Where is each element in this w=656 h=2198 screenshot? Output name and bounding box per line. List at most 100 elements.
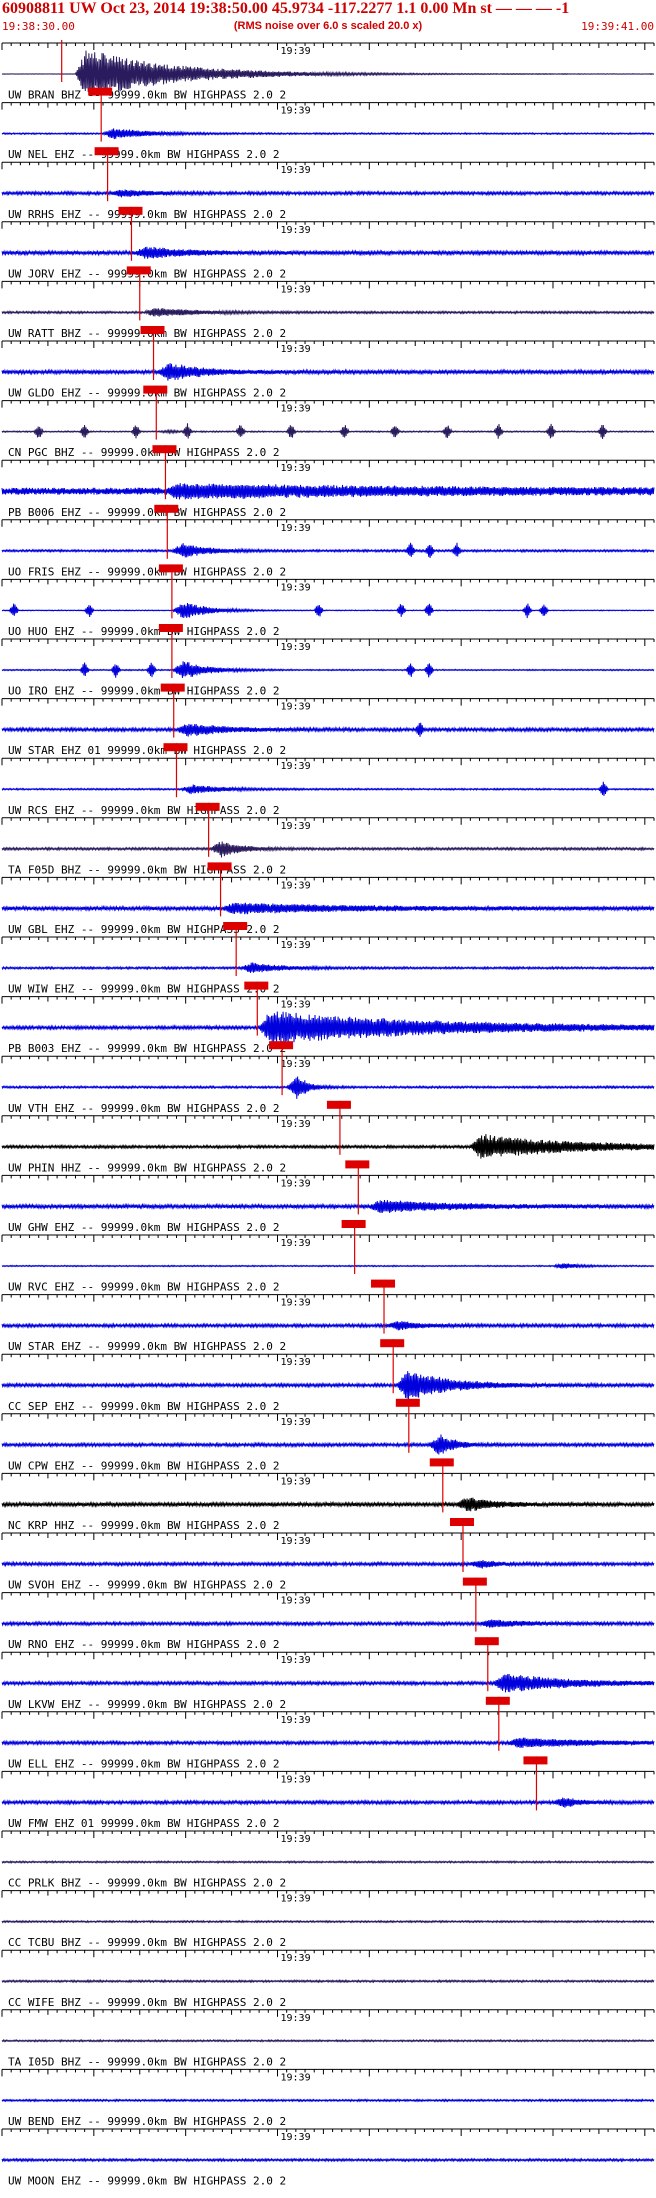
waveform-trace — [1, 2157, 655, 2163]
minute-mark-label: 19:39 — [280, 1178, 310, 1189]
event-title: 60908811 UW Oct 23, 2014 19:38:50.00 45.… — [2, 0, 570, 17]
waveform-trace — [1, 1919, 655, 1924]
waveform-trace — [1, 189, 655, 198]
minute-mark-label: 19:39 — [280, 1357, 310, 1368]
station-label: UW VTH EHZ -- 99999.0km BW HIGHPASS 2.0 … — [8, 1102, 280, 1115]
waveform-trace — [1, 128, 655, 140]
station-label: UW RRHS EHZ -- 99999.0km BW HIGHPASS 2.0… — [8, 208, 286, 221]
station-label: CN PGC BHZ -- 99999.0km BW HIGHPASS 2.0 … — [8, 446, 280, 459]
waveform-trace — [1, 1434, 655, 1455]
waveform-trace — [1, 1199, 655, 1213]
minute-mark-label: 19:39 — [280, 225, 310, 236]
pick-marker — [341, 1220, 366, 1228]
station-label: PB B003 EHZ -- 99999.0km BW HIGHPASS 2.0… — [8, 1042, 286, 1055]
waveform-trace — [1, 2038, 655, 2043]
waveform-trace — [1, 1321, 655, 1331]
waveform-trace — [1, 1076, 655, 1099]
waveform-trace — [1, 722, 655, 737]
waveform-trace — [1, 246, 655, 259]
waveform-trace — [1, 1797, 655, 1808]
minute-mark-label: 19:39 — [280, 1059, 310, 1070]
waveform-trace — [1, 602, 655, 619]
station-label: UW BRAN BHZ -- 99999.0km BW HIGHPASS 2.0… — [8, 89, 286, 102]
station-label: CC SEP EHZ -- 99999.0km BW HIGHPASS 2.0 … — [8, 1400, 280, 1413]
pick-marker — [94, 147, 119, 156]
minute-mark-label: 19:39 — [280, 880, 310, 891]
station-label: PB B006 EHZ -- 99999.0km BW HIGHPASS 2.0… — [8, 506, 286, 519]
minute-mark-label: 19:39 — [280, 106, 310, 117]
station-label: UW RVC EHZ -- 99999.0km BW HIGHPASS 2.0 … — [8, 1281, 280, 1294]
minute-mark-label: 19:39 — [280, 582, 310, 593]
station-label: UW STAR EHZ -- 99999.0km BW HIGHPASS 2.0… — [8, 1340, 286, 1353]
pick-marker — [395, 1398, 420, 1407]
waveform-trace — [1, 363, 655, 381]
station-label: TA I05D BHZ -- 99999.0km BW HIGHPASS 2.0… — [8, 2055, 286, 2068]
minute-mark-label: 19:39 — [280, 1774, 310, 1785]
station-label: UW LKVW EHZ -- 99999.0km BW HIGHPASS 2.0… — [8, 1698, 286, 1711]
pick-marker — [462, 1577, 487, 1586]
station-label: UW WIW EHZ -- 99999.0km BW HIGHPASS 2.0 … — [8, 983, 280, 996]
pick-marker — [326, 1100, 351, 1109]
minute-mark-label: 19:39 — [280, 1953, 310, 1964]
pick-marker — [118, 206, 143, 215]
station-label: UW GHW EHZ -- 99999.0km BW HIGHPASS 2.0 … — [8, 1221, 280, 1234]
minute-mark-label: 19:39 — [280, 2013, 310, 2024]
rms-note: (RMS noise over 6.0 s scaled 20.0 x) — [233, 20, 423, 32]
pick-marker — [158, 564, 183, 573]
pick-marker — [523, 1756, 548, 1765]
station-label: NC KRP HHZ -- 99999.0km BW HIGHPASS 2.0 … — [8, 1519, 280, 1532]
pick-marker — [163, 743, 188, 752]
minute-mark-label: 19:39 — [280, 463, 310, 474]
waveform-trace — [1, 1262, 655, 1269]
waveform-trace — [1, 661, 655, 679]
station-label: UW NEL EHZ -- 99999.0km BW HIGHPASS 2.0 … — [8, 148, 280, 161]
station-label: CC PRLK BHZ -- 99999.0km BW HIGHPASS 2.0… — [8, 1877, 286, 1890]
station-label: TA F05D BHZ -- 99999.0km BW HIGHPASS 2.0… — [8, 863, 286, 876]
pick-marker — [223, 922, 248, 930]
station-label: UO IRO EHZ -- 99999.0km BW HIGHPASS 2.0 … — [8, 685, 280, 698]
waveform-trace — [1, 1619, 655, 1628]
waveform-trace — [1, 542, 655, 559]
pick-marker — [244, 981, 269, 990]
waveform-trace — [1, 1371, 655, 1400]
station-label: UO HUO EHZ -- 99999.0km BW HIGHPASS 2.0 … — [8, 625, 280, 638]
station-label: UW ELL EHZ -- 99999.0km BW HIGHPASS 2.0 … — [8, 1757, 280, 1770]
minute-mark-label: 19:39 — [280, 284, 310, 295]
pick-marker — [429, 1458, 454, 1467]
pick-marker — [126, 266, 151, 275]
waveform-trace — [1, 1497, 655, 1512]
waveform-trace — [1, 902, 655, 915]
seismogram-plot: 19:39 UW BRAN BHZ -- 99999.0km BW HIGHPAS… — [1, 40, 655, 2188]
minute-mark-label: 19:39 — [280, 761, 310, 772]
waveform-trace — [1, 1134, 655, 1159]
pick-marker — [160, 683, 185, 692]
station-label: UW MOON EHZ -- 99999.0km BW HIGHPASS 2.0… — [8, 2175, 286, 2188]
station-label: CC WIFE BHZ -- 99999.0km BW HIGHPASS 2.0… — [8, 1996, 286, 2009]
pick-marker — [154, 504, 179, 513]
minute-mark-label: 19:39 — [280, 404, 310, 415]
station-label: UW RNO EHZ -- 99999.0km BW HIGHPASS 2.0 … — [8, 1638, 280, 1651]
station-label: UW CPW EHZ -- 99999.0km BW HIGHPASS 2.0 … — [8, 1459, 280, 1472]
station-label: UW PHIN HHZ -- 99999.0km BW HIGHPASS 2.0… — [8, 1161, 286, 1174]
plot-header: 60908811 UW Oct 23, 2014 19:38:50.00 45.… — [0, 0, 656, 40]
waveform-trace — [1, 781, 655, 796]
pick-marker — [449, 1518, 474, 1526]
waveform-trace — [1, 841, 655, 858]
minute-mark-label: 19:39 — [280, 1655, 310, 1666]
minute-mark-label: 19:39 — [280, 1238, 310, 1249]
minute-mark-label: 19:39 — [280, 523, 310, 534]
minute-mark-label: 19:39 — [280, 165, 310, 176]
minute-mark-label: 19:39 — [280, 1834, 310, 1845]
minute-mark-label: 19:39 — [280, 1298, 310, 1309]
waveform-trace — [1, 483, 655, 500]
minute-mark-label: 19:39 — [280, 1476, 310, 1487]
pick-marker — [485, 1696, 510, 1705]
minute-mark-label: 19:39 — [280, 344, 310, 355]
minute-mark-label: 19:39 — [280, 642, 310, 653]
waveform-trace — [1, 308, 655, 317]
minute-mark-label: 19:39 — [280, 2132, 310, 2143]
pick-marker — [143, 385, 168, 394]
station-label: UW SVOH EHZ -- 99999.0km BW HIGHPASS 2.0… — [8, 1579, 286, 1592]
waveform-trace — [1, 962, 655, 973]
waveform-trace — [1, 1737, 655, 1749]
